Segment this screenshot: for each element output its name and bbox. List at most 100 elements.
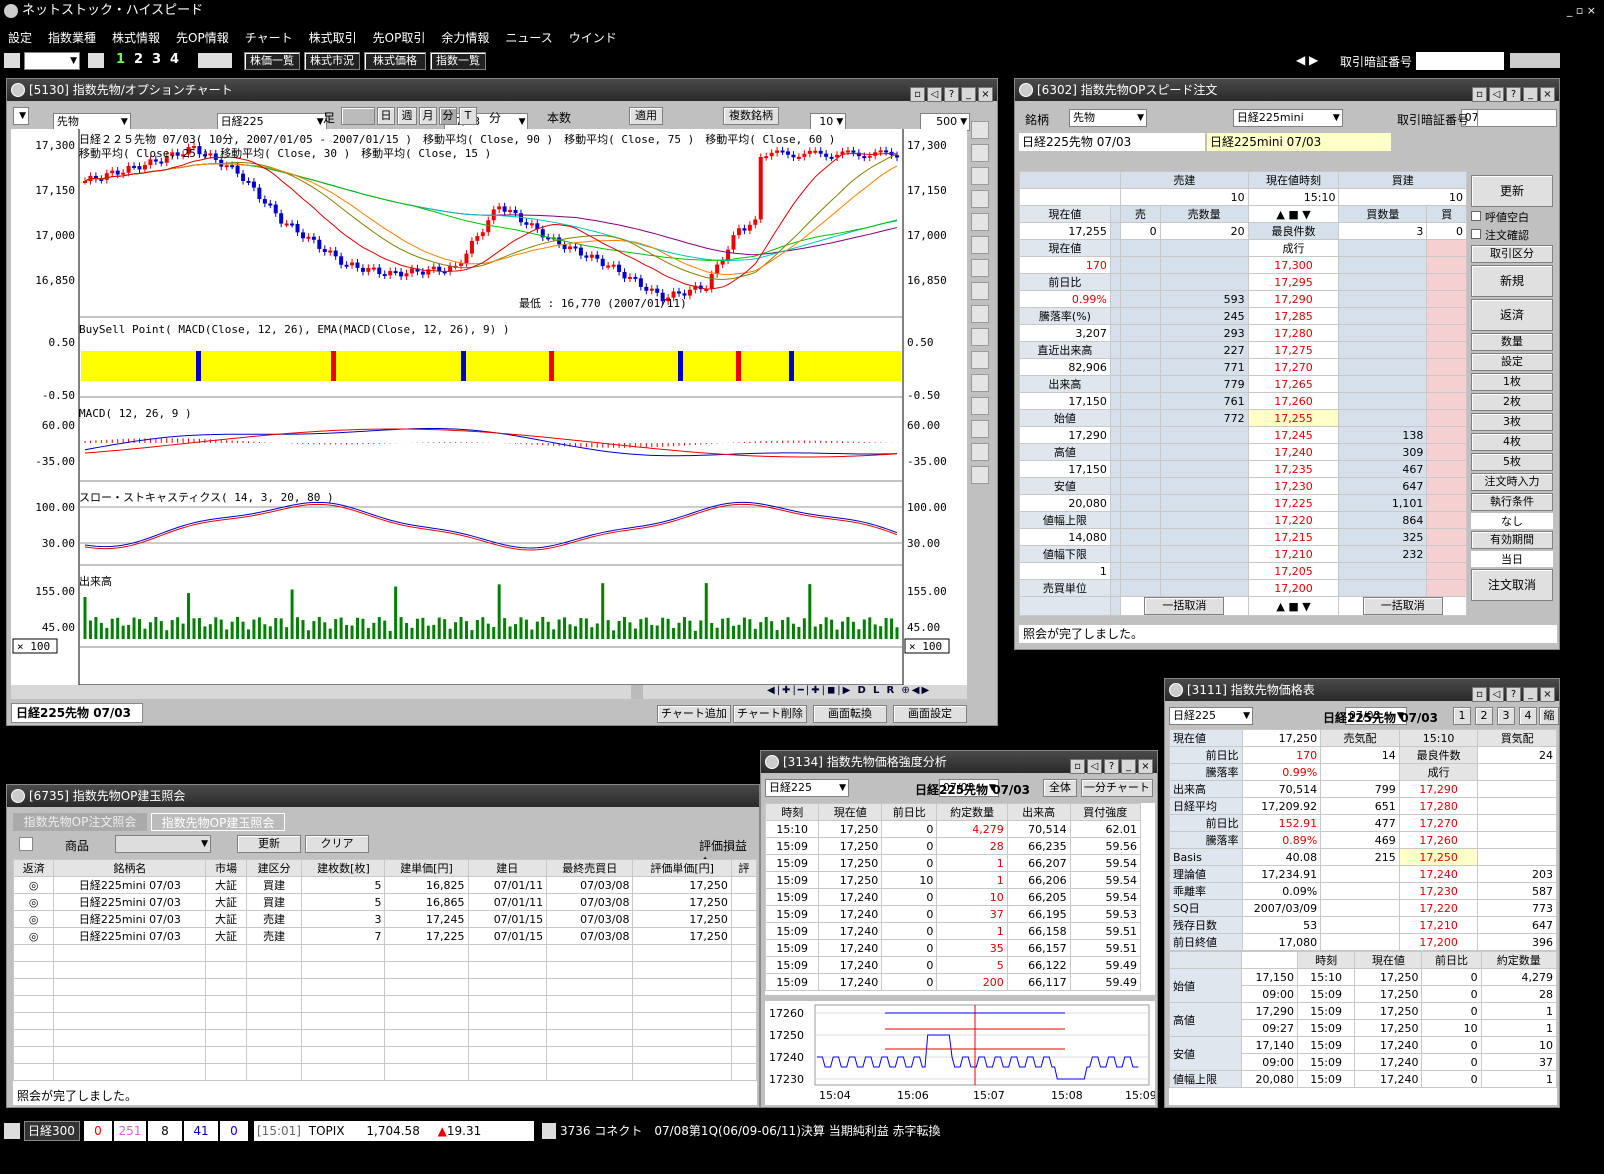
unit-week[interactable]: 週	[397, 107, 417, 125]
window-controls-icon[interactable]: _ ▫ ×	[1567, 0, 1596, 22]
kabushiki-shikyo-button[interactable]: 株式市況	[304, 52, 360, 70]
window-buttons[interactable]: ▫ ◁? _ ×	[1068, 754, 1153, 776]
apply-button[interactable]: 適用	[629, 107, 663, 125]
delete-chart-button[interactable]: チャート削除	[733, 705, 807, 723]
price-page-3[interactable]: 3	[1497, 707, 1515, 725]
speed-right-8[interactable]: 1枚	[1471, 373, 1553, 391]
unit-min[interactable]: 分	[439, 107, 457, 125]
sell-click-cell[interactable]	[1120, 426, 1161, 444]
multi-symbol-button[interactable]: 複数銘柄	[723, 107, 779, 125]
speed-right-10[interactable]: 3枚	[1471, 413, 1553, 431]
buy-click-cell[interactable]	[1426, 409, 1467, 427]
buy-click-cell[interactable]	[1426, 562, 1467, 580]
ellipse-tool-icon[interactable]	[971, 374, 989, 392]
toolbar-num-2[interactable]: 2	[134, 52, 143, 67]
window-list-icon[interactable]	[4, 53, 20, 68]
buy-click-cell[interactable]	[1426, 290, 1467, 308]
menu-item-8[interactable]: ニュース	[497, 26, 560, 49]
menu-item-9[interactable]: ウインド	[561, 26, 625, 49]
buy-click-cell[interactable]	[1426, 392, 1467, 410]
drawing-tools[interactable]	[969, 115, 993, 555]
sell-click-cell[interactable]	[1120, 545, 1161, 563]
menu-item-5[interactable]: 株式取引	[301, 26, 365, 49]
buy-click-cell[interactable]	[1426, 477, 1467, 495]
unit-month[interactable]: 月	[419, 107, 437, 125]
speed-name-select[interactable]: 日経225mini	[1232, 109, 1343, 127]
chart-tab[interactable]: 日経225先物 07/03	[11, 703, 143, 723]
sell-click-cell[interactable]	[1120, 443, 1161, 461]
menu-item-1[interactable]: 指数業種	[40, 26, 104, 49]
speed-right-2[interactable]: 注文確認	[1471, 227, 1553, 243]
buy-click-cell[interactable]	[1426, 358, 1467, 376]
table-tool-icon[interactable]	[971, 351, 989, 369]
buy-click-cell[interactable]	[1426, 528, 1467, 546]
buy-click-cell[interactable]	[1426, 273, 1467, 291]
chart-scrollbar[interactable]: ◀|✚|━|✚|◼|▶ D L R ⊕◀▶	[11, 685, 967, 699]
speed-type-select[interactable]: 先物	[1069, 109, 1147, 127]
strength-name-select[interactable]: 日経225	[765, 779, 849, 797]
eraser2-tool-icon[interactable]	[971, 466, 989, 484]
window-buttons[interactable]: ▫ ◁? _ ×	[1470, 82, 1555, 104]
sell-click-cell[interactable]	[1120, 562, 1161, 580]
buy-click-cell[interactable]	[1426, 443, 1467, 461]
sell-click-cell[interactable]	[1120, 392, 1161, 410]
vline-tool-icon[interactable]	[971, 213, 989, 231]
camera-icon[interactable]	[88, 53, 104, 68]
shisu-ichiran-button[interactable]: 指数一覧	[430, 52, 486, 70]
speed-right-0[interactable]: 更新	[1471, 175, 1553, 207]
menu-item-3[interactable]: 先OP情報	[168, 26, 237, 49]
speed-right-11[interactable]: 4枚	[1471, 433, 1553, 451]
speed-pw-input[interactable]	[1477, 109, 1557, 127]
product-select[interactable]	[115, 835, 211, 853]
rect-tool-icon[interactable]	[971, 397, 989, 415]
repay-radio-icon[interactable]: ◎	[13, 876, 55, 894]
sell-click-cell[interactable]	[1120, 358, 1161, 376]
sell-click-cell[interactable]	[1120, 375, 1161, 393]
buy-click-cell[interactable]	[1426, 426, 1467, 444]
menu-item-7[interactable]: 余力情報	[433, 26, 497, 49]
sell-click-cell[interactable]	[1120, 494, 1161, 512]
sell-click-cell[interactable]	[1120, 273, 1161, 291]
news-ticker[interactable]: 3736 コネクト 07/08第1Q(06/09-06/11)決算 当期純利益 …	[560, 1121, 1600, 1141]
speed-right-15[interactable]: なし	[1471, 513, 1553, 529]
ladder-arrows[interactable]: ▲ ■ ▼	[1247, 205, 1340, 223]
sell-click-cell[interactable]	[1120, 239, 1161, 257]
toolbar-right-icons[interactable]	[1510, 53, 1560, 68]
order-inquiry-tab[interactable]: 指数先物OP注文照会	[13, 813, 147, 831]
buy-click-cell[interactable]	[1426, 256, 1467, 274]
buy-click-cell[interactable]	[1426, 307, 1467, 325]
position-inquiry-tab[interactable]: 指数先物OP建玉照会	[151, 813, 285, 831]
cursor-tool-icon[interactable]	[971, 121, 989, 139]
fib-tool-icon[interactable]	[971, 282, 989, 300]
ladder-arrows-bottom[interactable]: ▲ ■ ▼	[1247, 596, 1340, 616]
repay-radio-icon[interactable]: ◎	[13, 910, 55, 928]
speed-right-7[interactable]: 設定	[1471, 353, 1553, 371]
sell-qty[interactable]: 10	[1120, 188, 1249, 206]
window-buttons[interactable]: ▫ ◁? _ ×	[908, 82, 993, 104]
buy-click-cell[interactable]	[1426, 545, 1467, 563]
sell-click-cell[interactable]	[1120, 341, 1161, 359]
speed-right-18[interactable]: 注文取消	[1471, 569, 1553, 601]
buy-click-cell[interactable]	[1426, 494, 1467, 512]
status-menu-icon[interactable]	[4, 1123, 20, 1139]
speed-right-1[interactable]: 呼値空白	[1471, 209, 1553, 225]
update-button[interactable]: 更新	[237, 835, 301, 853]
menu-item-0[interactable]: 設定	[0, 26, 40, 49]
sell-click-cell[interactable]	[1120, 256, 1161, 274]
repay-radio-icon[interactable]: ◎	[13, 893, 55, 911]
add-chart-button[interactable]: チャート追加	[657, 705, 731, 723]
news-icon[interactable]	[542, 1123, 556, 1139]
screen-switch-button[interactable]: 画面転換	[813, 705, 887, 723]
sell-click-cell[interactable]	[1120, 307, 1161, 325]
chart-menu-dropdown[interactable]	[13, 107, 29, 125]
prev-arrow-icon[interactable]: ◀ ▶	[1296, 53, 1318, 67]
chart-nav-icons[interactable]: ◀|✚|━|✚|◼|▶ D L R ⊕◀▶	[767, 685, 931, 696]
sell-click-cell[interactable]	[1120, 579, 1161, 597]
screen-settings-button[interactable]: 画面設定	[893, 705, 967, 723]
all-button[interactable]: 全体	[1043, 779, 1077, 797]
buy-click-cell[interactable]	[1426, 460, 1467, 478]
fork-tool-icon[interactable]	[971, 259, 989, 277]
sell-click-cell[interactable]	[1120, 460, 1161, 478]
toolbar-num-4[interactable]: 4	[170, 52, 179, 67]
ashi-button[interactable]	[341, 107, 375, 125]
